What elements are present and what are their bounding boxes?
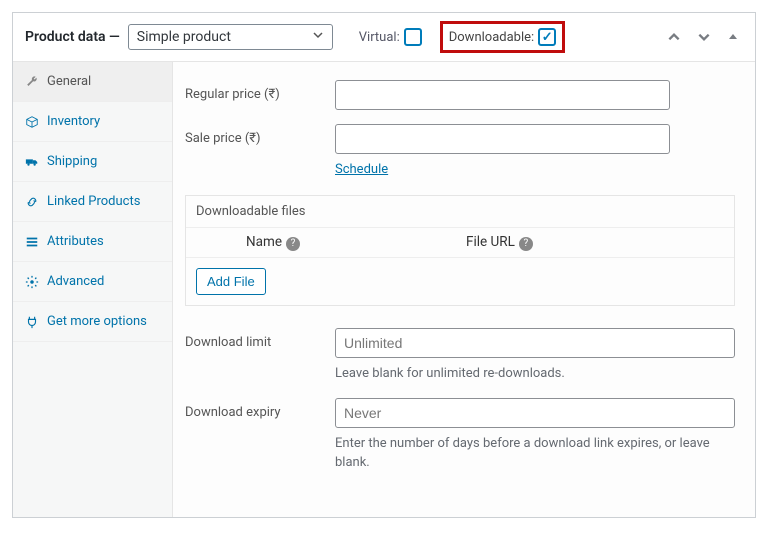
link-icon	[25, 195, 39, 209]
tab-label: General	[47, 74, 91, 89]
regular-price-label: Regular price (₹)	[185, 80, 335, 102]
schedule-link[interactable]: Schedule	[335, 162, 388, 177]
row-download-expiry: Download expiry Enter the number of days…	[185, 398, 735, 473]
row-regular-price: Regular price (₹)	[185, 80, 735, 110]
list-icon	[25, 235, 39, 249]
help-icon[interactable]: ?	[519, 237, 533, 251]
wrench-icon	[25, 75, 39, 89]
virtual-checkbox[interactable]	[404, 28, 422, 46]
virtual-checkbox-group: Virtual:	[359, 28, 422, 46]
box-icon	[25, 115, 39, 129]
downloadable-files-section: Downloadable files Name? File URL? Add F…	[185, 195, 735, 306]
tab-advanced[interactable]: Advanced	[13, 262, 172, 302]
gear-icon	[25, 275, 39, 289]
product-type-select[interactable]: Simple product	[128, 24, 333, 50]
panel-down-icon[interactable]	[693, 30, 715, 44]
chevron-down-icon	[312, 29, 324, 45]
row-download-limit: Download limit Leave blank for unlimited…	[185, 328, 735, 384]
dl-col-url: File URL?	[466, 234, 724, 251]
plug-icon	[25, 315, 39, 329]
row-sale-price: Sale price (₹) Schedule	[185, 124, 735, 177]
tab-linked-products[interactable]: Linked Products	[13, 182, 172, 222]
content-general: Regular price (₹) Sale price (₹) Schedul…	[173, 62, 755, 517]
dl-table-header: Name? File URL?	[186, 227, 734, 258]
tab-label: Advanced	[47, 274, 104, 289]
help-icon[interactable]: ?	[286, 237, 300, 251]
panel-up-icon[interactable]	[663, 30, 685, 44]
dl-files-caption: Downloadable files	[186, 196, 734, 227]
regular-price-input[interactable]	[335, 80, 670, 110]
tab-inventory[interactable]: Inventory	[13, 102, 172, 142]
tab-shipping[interactable]: Shipping	[13, 142, 172, 182]
downloadable-label: Downloadable:	[449, 30, 534, 45]
download-limit-label: Download limit	[185, 328, 335, 350]
product-data-panel: Product data — Simple product Virtual: D…	[12, 12, 756, 518]
download-expiry-label: Download expiry	[185, 398, 335, 420]
download-expiry-input[interactable]	[335, 398, 735, 428]
tab-label: Attributes	[47, 234, 104, 249]
sale-price-label: Sale price (₹)	[185, 124, 335, 146]
virtual-label: Virtual:	[359, 30, 400, 45]
tab-general[interactable]: General	[13, 62, 172, 102]
tab-attributes[interactable]: Attributes	[13, 222, 172, 262]
download-limit-input[interactable]	[335, 328, 735, 358]
add-file-button[interactable]: Add File	[196, 268, 266, 295]
panel-header: Product data — Simple product Virtual: D…	[13, 13, 755, 62]
tab-label: Get more options	[47, 314, 147, 329]
dl-footer: Add File	[186, 258, 734, 305]
truck-icon	[25, 155, 39, 169]
sale-price-input[interactable]	[335, 124, 670, 154]
tab-label: Linked Products	[47, 194, 140, 209]
product-type-value: Simple product	[137, 29, 231, 45]
panel-body: General Inventory Shipping Linked Produc…	[13, 62, 755, 517]
tab-label: Inventory	[47, 114, 100, 129]
tab-get-more[interactable]: Get more options	[13, 302, 172, 342]
downloadable-highlight: Downloadable:	[440, 21, 565, 53]
tab-label: Shipping	[47, 154, 97, 169]
downloadable-checkbox[interactable]	[538, 28, 556, 46]
sidebar: General Inventory Shipping Linked Produc…	[13, 62, 173, 517]
dl-col-name: Name?	[246, 234, 466, 251]
download-expiry-help: Enter the number of days before a downlo…	[335, 434, 735, 473]
download-limit-help: Leave blank for unlimited re-downloads.	[335, 364, 735, 384]
panel-title: Product data —	[25, 29, 120, 45]
panel-toggle-icon[interactable]	[723, 31, 743, 43]
